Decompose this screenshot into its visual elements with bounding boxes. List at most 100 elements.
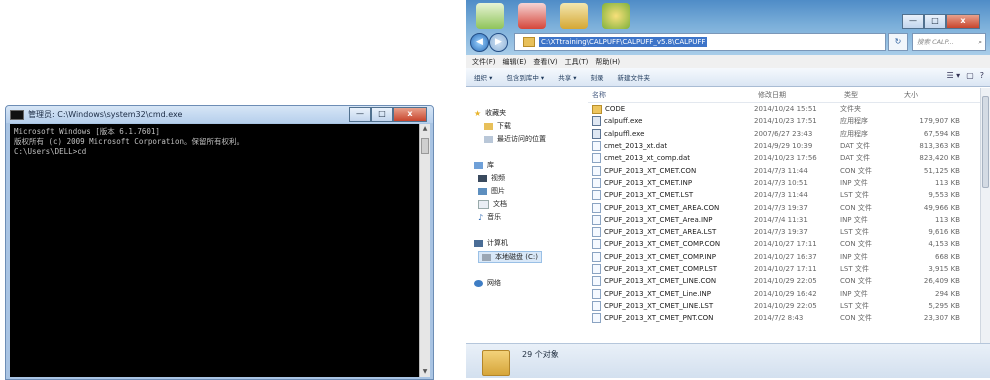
nav-recent[interactable]: 最近访问的位置 [484,134,546,144]
explorer-window: — □ x ◀ ▶ C:\XTtraining\CALPUFF\CALPUFF_… [466,0,990,378]
nav-computer[interactable]: 计算机 [474,238,508,248]
navigation-pane: ★ 收藏夹 下载 最近访问的位置 库 视频 图片 文档 ♪ 音乐 计算机 本地磁… [466,104,584,344]
file-row[interactable]: CPUF_2013_XT_CMET_COMP.INP 2014/10/27 16:… [588,251,980,263]
file-type: LST 文件 [840,191,869,200]
column-date[interactable]: 修改日期 [758,90,844,100]
file-name: CPUF_2013_XT_CMET.LST [604,191,694,200]
file-date: 2014/10/29 16:42 [754,289,817,298]
scroll-up-icon[interactable]: ▲ [420,124,430,134]
folder-icon [484,122,493,130]
refresh-icon[interactable]: ↻ [888,33,908,51]
address-path[interactable]: C:\XTtraining\CALPUFF\CALPUFF_v5.8\CALPU… [539,37,708,47]
file-size: 4,153 KB [928,240,960,249]
nav-local-disk[interactable]: 本地磁盘 (C:) [478,251,542,263]
minimize-button[interactable]: — [902,14,924,29]
file-icon [592,300,601,311]
nav-pictures[interactable]: 图片 [478,186,505,196]
file-row[interactable]: CPUF_2013_XT_CMET_COMP.LST 2014/10/27 17:… [588,263,980,275]
explorer-titlebar[interactable]: — □ x ◀ ▶ C:\XTtraining\CALPUFF\CALPUFF_… [466,0,990,55]
address-bar[interactable]: C:\XTtraining\CALPUFF\CALPUFF_v5.8\CALPU… [514,33,886,51]
menu-tools[interactable]: 工具(T) [565,57,589,67]
recent-places-icon [484,135,493,143]
application-icon [592,116,601,127]
file-row[interactable]: CPUF_2013_XT_CMET.CON 2014/7/3 11:44 CON 文… [588,164,980,176]
file-list-header: 名称 修改日期 类型 大小 [588,88,980,103]
organize-button[interactable]: 组织 ▾ [474,72,492,82]
app-icon [602,3,630,29]
column-type[interactable]: 类型 [844,90,904,100]
file-type: 应用程序 [840,129,868,138]
close-button[interactable]: x [393,107,427,122]
file-icon [592,227,601,238]
file-row[interactable]: CPUF_2013_XT_CMET_PNT.CON 2014/7/2 8:43 CO… [588,312,980,324]
nav-label: 网络 [487,279,501,287]
file-icon [592,141,601,152]
file-row[interactable]: CPUF_2013_XT_CMET_LINE.CON 2014/10/29 22:… [588,275,980,287]
nav-favorites[interactable]: ★ 收藏夹 [474,108,506,118]
file-row[interactable]: CPUF_2013_XT_CMET_COMP.CON 2014/10/27 17:… [588,238,980,250]
nav-videos[interactable]: 视频 [478,173,505,183]
file-name: calpuff.exe [604,117,643,126]
nav-libraries[interactable]: 库 [474,160,494,170]
file-name: CPUF_2013_XT_CMET.INP [604,178,693,187]
navigation-row: ◀ ▶ C:\XTtraining\CALPUFF\CALPUFF_v5.8\C… [470,32,986,52]
file-row[interactable]: calpuff.exe 2014/10/23 17:51 应用程序 179,907 K… [588,115,980,127]
maximize-button[interactable]: □ [371,107,393,122]
nav-network[interactable]: 网络 [474,278,501,288]
file-row[interactable]: CPUF_2013_XT_CMET.LST 2014/7/3 11:44 LST 文… [588,189,980,201]
file-type: CON 文件 [840,166,872,175]
cmd-console[interactable]: Microsoft Windows [版本 6.1.7601] 版权所有 (c)… [10,124,419,377]
file-name-cell: CPUF_2013_XT_CMET_Area.INP [588,214,754,225]
column-size[interactable]: 大小 [904,90,964,100]
scroll-thumb[interactable] [421,138,429,154]
file-name: CPUF_2013_XT_CMET.CON [604,166,697,175]
menu-file[interactable]: 文件(F) [472,57,496,67]
file-row[interactable]: cmet_2013_xt_comp.dat 2014/10/23 17:56 DAT… [588,152,980,164]
file-date: 2014/10/27 17:11 [754,265,817,273]
close-button[interactable]: x [946,14,980,29]
search-icon[interactable]: ⌕ [978,34,982,50]
cmd-scrollbar[interactable]: ▲ ▼ [419,124,430,377]
help-icon[interactable]: ? [980,71,984,80]
new-folder-button[interactable]: 新建文件夹 [618,72,651,82]
file-row[interactable]: calpuffl.exe 2007/6/27 23:43 应用程序 67,594 KB [588,128,980,140]
file-row[interactable]: CODE 2014/10/24 15:51 文件夹 [588,103,980,115]
view-options-icon[interactable]: ☰ ▾ [946,71,960,80]
column-name[interactable]: 名称 [588,90,758,100]
file-size: 668 KB [935,252,960,261]
file-row[interactable]: cmet_2013_xt.dat 2014/9/29 10:39 DAT 文件 813… [588,140,980,152]
file-row[interactable]: CPUF_2013_XT_CMET_LINE.LST 2014/10/29 22:… [588,300,980,312]
file-date: 2014/7/2 8:43 [754,314,804,323]
file-row[interactable]: CPUF_2013_XT_CMET_AREA.LST 2014/7/3 19:37… [588,226,980,238]
share-button[interactable]: 共享 ▾ [558,72,576,82]
nav-music[interactable]: ♪ 音乐 [478,212,501,222]
file-icon [592,202,601,213]
file-row[interactable]: CPUF_2013_XT_CMET_AREA.CON 2014/7/3 19:37… [588,201,980,213]
preview-pane-icon[interactable]: ▢ [966,71,974,80]
file-row[interactable]: CPUF_2013_XT_CMET_Line.INP 2014/10/29 16:… [588,287,980,299]
scroll-thumb[interactable] [982,96,989,188]
menu-edit[interactable]: 编辑(E) [503,57,527,67]
nav-label: 最近访问的位置 [497,135,546,143]
menu-view[interactable]: 查看(V) [533,57,557,67]
scroll-down-icon[interactable]: ▼ [420,367,430,377]
file-list-scrollbar[interactable] [980,88,990,344]
minimize-button[interactable]: — [349,107,371,122]
desktop-icons [476,3,630,29]
search-input[interactable]: 搜索 CALP... ⌕ [912,33,986,51]
file-type: CON 文件 [840,240,872,249]
include-in-library-button[interactable]: 包含到库中 ▾ [506,72,544,82]
nav-downloads[interactable]: 下载 [484,121,511,131]
back-icon[interactable]: ◀ [470,32,489,52]
maximize-button[interactable]: □ [924,14,946,29]
cmd-title: 管理员: C:\Windows\system32\cmd.exe [28,110,183,119]
nav-label: 视频 [491,174,505,182]
file-icon [592,288,601,299]
menu-help[interactable]: 帮助(H) [595,57,620,67]
nav-documents[interactable]: 文档 [478,199,507,209]
burn-button[interactable]: 刻录 [591,72,604,82]
file-row[interactable]: CPUF_2013_XT_CMET.INP 2014/7/3 10:51 INP 文… [588,177,980,189]
file-type: CON 文件 [840,314,872,323]
file-row[interactable]: CPUF_2013_XT_CMET_Area.INP 2014/7/4 11:31… [588,214,980,226]
forward-icon[interactable]: ▶ [489,32,508,52]
